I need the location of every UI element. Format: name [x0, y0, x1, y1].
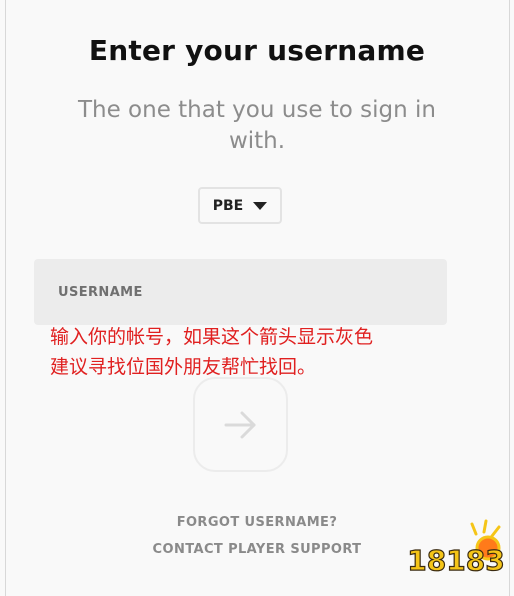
- page-title: Enter your username: [88, 34, 426, 67]
- right-edge-line: [509, 0, 510, 596]
- site-watermark-logo: 18183: [407, 519, 505, 578]
- submit-button[interactable]: [193, 377, 288, 472]
- left-edge-line: [5, 0, 6, 596]
- caret-down-icon: [253, 202, 268, 210]
- arrow-right-icon: [224, 411, 255, 438]
- annotation-text: 输入你的帐号，如果这个箭头显示灰色 建议寻找位国外朋友帮忙找回。: [50, 326, 374, 378]
- page-subtitle: The one that you use to sign in with.: [77, 97, 437, 154]
- username-input[interactable]: [36, 261, 445, 323]
- region-select-value: PBE: [212, 197, 244, 214]
- watermark-text: 18183: [407, 544, 504, 577]
- region-select[interactable]: PBE: [198, 187, 282, 224]
- username-field[interactable]: [34, 259, 447, 325]
